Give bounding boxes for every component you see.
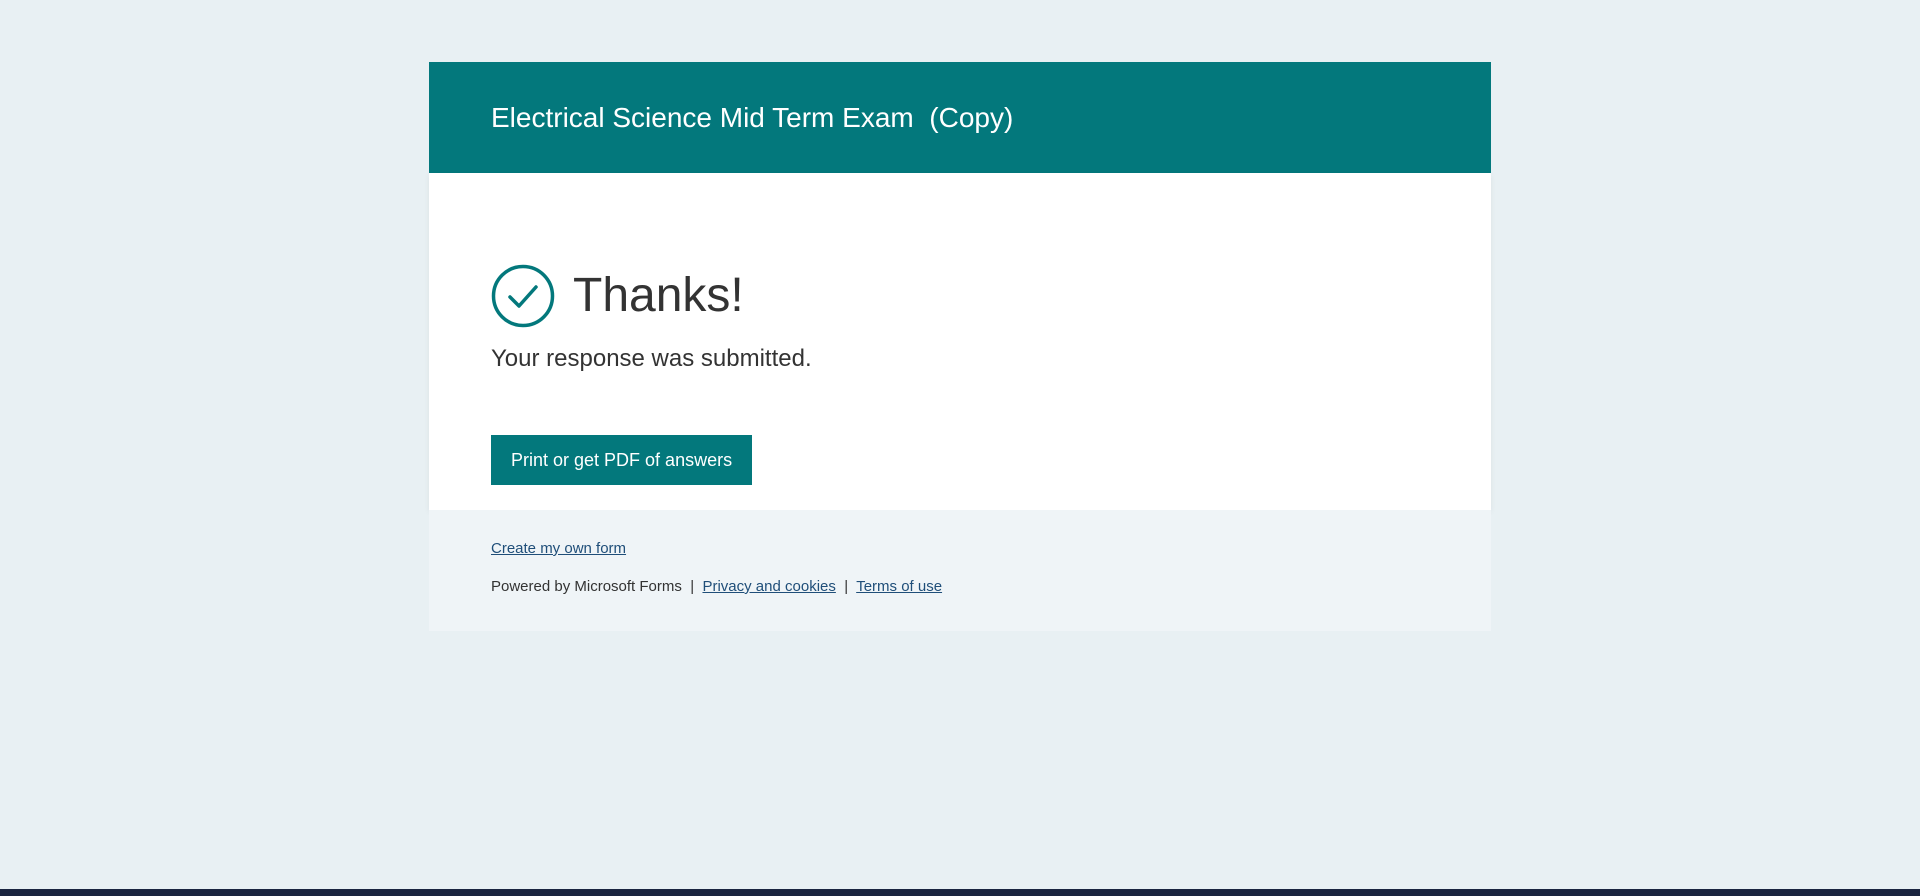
separator: | <box>686 578 699 595</box>
page: Electrical Science Mid Term Exam (Copy) … <box>0 0 1920 896</box>
taskbar-edge <box>0 889 1920 896</box>
confirmation-panel: Thanks! Your response was submitted. Pri… <box>429 173 1491 510</box>
create-form-link[interactable]: Create my own form <box>491 540 626 557</box>
privacy-link[interactable]: Privacy and cookies <box>702 578 835 595</box>
submitted-message: Your response was submitted. <box>491 345 812 372</box>
print-pdf-button[interactable]: Print or get PDF of answers <box>491 435 753 485</box>
thanks-heading: Thanks! <box>573 269 744 322</box>
form-title: Electrical Science Mid Term Exam (Copy) <box>491 101 1014 133</box>
form-header: Electrical Science Mid Term Exam (Copy) <box>429 62 1491 173</box>
thanks-row: Thanks! <box>491 264 744 328</box>
terms-link[interactable]: Terms of use <box>856 578 942 595</box>
separator: | <box>840 578 853 595</box>
powered-by-text: Powered by Microsoft Forms <box>491 578 682 595</box>
powered-by-row: Powered by Microsoft Forms | Privacy and… <box>491 578 942 595</box>
check-circle-icon <box>491 264 555 328</box>
form-card: Electrical Science Mid Term Exam (Copy) … <box>429 62 1491 631</box>
form-footer: Create my own form Powered by Microsoft … <box>429 510 1491 631</box>
